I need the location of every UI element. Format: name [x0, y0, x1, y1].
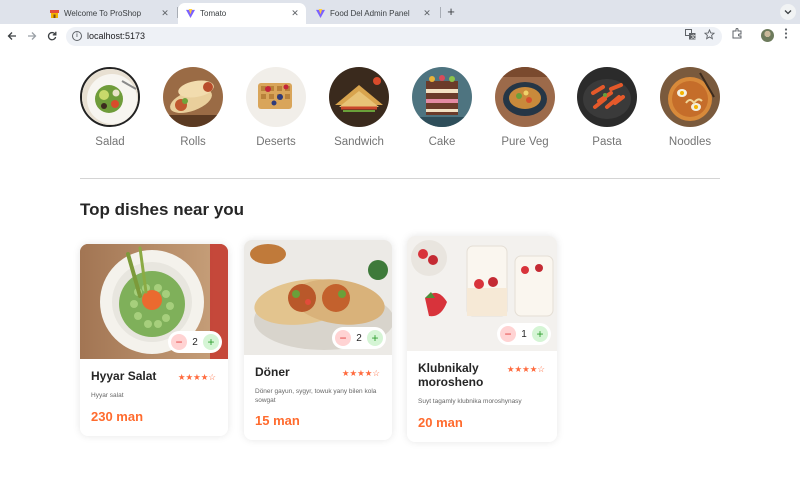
- category-image-deserts: [246, 67, 306, 127]
- food-description: Suyt tagamly klubnika moroshynasy: [418, 398, 522, 405]
- remove-from-cart-button[interactable]: −: [171, 334, 187, 350]
- forward-button[interactable]: [24, 28, 40, 44]
- category-label: Noodles: [668, 136, 712, 148]
- site-info-icon[interactable]: i: [72, 31, 82, 41]
- category-label: Cake: [428, 136, 456, 148]
- rating-stars-icon: ★★★★☆: [177, 372, 216, 382]
- vite-favicon-icon: [316, 9, 325, 18]
- food-name: Klubnikaly morosheno: [418, 361, 484, 389]
- quantity-counter: − 2 +: [332, 327, 386, 349]
- category-menu: Salad Rolls Deserts Sandwich Cake Pure V…: [80, 67, 720, 157]
- food-image: − 1 +: [407, 236, 557, 351]
- category-label: Pure Veg: [501, 136, 549, 148]
- category-item-pure-veg[interactable]: Pure Veg: [495, 67, 555, 148]
- shop-favicon-icon: [50, 9, 59, 18]
- rating-stars-icon: ★★★★☆: [341, 368, 380, 378]
- food-image: − 2 +: [80, 244, 228, 359]
- remove-from-cart-button[interactable]: −: [500, 326, 516, 342]
- tab-title: Welcome To ProShop: [64, 9, 142, 18]
- add-to-cart-button[interactable]: +: [367, 330, 383, 346]
- back-button[interactable]: [4, 28, 20, 44]
- category-item-deserts[interactable]: Deserts: [246, 67, 306, 148]
- category-label: Pasta: [592, 136, 622, 148]
- section-divider: [80, 178, 720, 179]
- tab-proshop[interactable]: Welcome To ProShop ✕: [42, 3, 176, 24]
- reload-icon: [47, 31, 57, 41]
- food-name: Hyyar Salat: [91, 369, 157, 383]
- category-image-cake: [412, 67, 472, 127]
- reload-button[interactable]: [44, 28, 60, 44]
- food-image: − 2 +: [244, 240, 392, 355]
- add-to-cart-button[interactable]: +: [203, 334, 219, 350]
- forward-arrow-icon: [28, 32, 37, 40]
- food-price: 20 man: [418, 414, 463, 430]
- category-item-salad[interactable]: Salad: [80, 67, 140, 148]
- category-item-pasta[interactable]: Pasta: [577, 67, 637, 148]
- close-tab-icon[interactable]: ✕: [290, 8, 300, 19]
- translate-icon[interactable]: 文: [685, 29, 696, 43]
- category-image-salad: [80, 67, 140, 127]
- food-description: Döner gayun, sygyr, towuk yany bilen kol…: [255, 388, 377, 404]
- category-item-noodles[interactable]: Noodles: [660, 67, 720, 148]
- food-info: Hyyar Salat ★★★★☆ Hyyar salat 230 man: [80, 359, 228, 436]
- extensions-icon[interactable]: [732, 28, 743, 42]
- address-bar[interactable]: i localhost:5173 文: [66, 27, 722, 46]
- tab-tomato[interactable]: Tomato ✕: [178, 3, 306, 24]
- food-card[interactable]: − 2 + Hyyar Salat ★★★★☆ Hyyar salat 230 …: [80, 244, 228, 436]
- svg-text:文: 文: [691, 33, 696, 40]
- quantity-counter: − 2 +: [168, 331, 222, 353]
- category-item-rolls[interactable]: Rolls: [163, 67, 223, 148]
- browser-tab-strip: Welcome To ProShop ✕ Tomato ✕ Food Del A…: [0, 0, 800, 24]
- category-image-noodles: [660, 67, 720, 127]
- quantity-value: 2: [356, 332, 362, 344]
- close-tab-icon[interactable]: ✕: [160, 8, 170, 19]
- browser-toolbar: i localhost:5173 文: [0, 24, 800, 48]
- close-tab-icon[interactable]: ✕: [422, 8, 432, 19]
- quantity-value: 1: [521, 328, 527, 340]
- category-image-rolls: [163, 67, 223, 127]
- food-name: Döner: [255, 365, 290, 379]
- new-tab-button[interactable]: +: [444, 4, 458, 19]
- rating-stars-icon: ★★★★☆: [506, 364, 545, 374]
- tab-title: Food Del Admin Panel: [330, 9, 410, 18]
- remove-from-cart-button[interactable]: −: [335, 330, 351, 346]
- add-to-cart-button[interactable]: +: [532, 326, 548, 342]
- kebab-menu-icon[interactable]: [784, 28, 788, 42]
- tab-admin-panel[interactable]: Food Del Admin Panel ✕: [308, 3, 438, 24]
- quantity-value: 2: [192, 336, 198, 348]
- profile-avatar[interactable]: [761, 29, 774, 42]
- tab-separator: [440, 7, 441, 18]
- food-price: 15 man: [255, 413, 300, 428]
- food-card[interactable]: − 1 + Klubnikaly morosheno ★★★★☆ Suyt ta…: [407, 236, 557, 442]
- quantity-counter: − 1 +: [497, 323, 551, 345]
- category-label: Sandwich: [334, 136, 384, 148]
- food-card[interactable]: − 2 + Döner ★★★★☆ Döner gayun, sygyr, to…: [244, 240, 392, 440]
- back-arrow-icon: [7, 32, 16, 40]
- food-price: 230 man: [91, 408, 144, 424]
- category-image-sandwich: [329, 67, 389, 127]
- tab-title: Tomato: [200, 9, 227, 18]
- category-label: Rolls: [180, 136, 206, 148]
- section-title: Top dishes near you: [80, 200, 245, 219]
- category-image-pasta: [577, 67, 637, 127]
- bookmark-star-icon[interactable]: [703, 28, 716, 43]
- category-label: Salad: [95, 136, 125, 148]
- food-description: Hyyar salat: [91, 392, 124, 399]
- category-item-sandwich[interactable]: Sandwich: [329, 67, 389, 148]
- category-item-cake[interactable]: Cake: [412, 67, 472, 148]
- url-text: localhost:5173: [87, 31, 146, 41]
- chevron-down-icon: [784, 10, 792, 15]
- food-info: Klubnikaly morosheno ★★★★☆ Suyt tagamly …: [407, 351, 557, 442]
- category-label: Deserts: [256, 136, 296, 148]
- category-image-pure-veg: [495, 67, 555, 127]
- food-info: Döner ★★★★☆ Döner gayun, sygyr, towuk ya…: [244, 355, 392, 440]
- tab-search-button[interactable]: [780, 4, 796, 20]
- vite-favicon-icon: [186, 9, 195, 18]
